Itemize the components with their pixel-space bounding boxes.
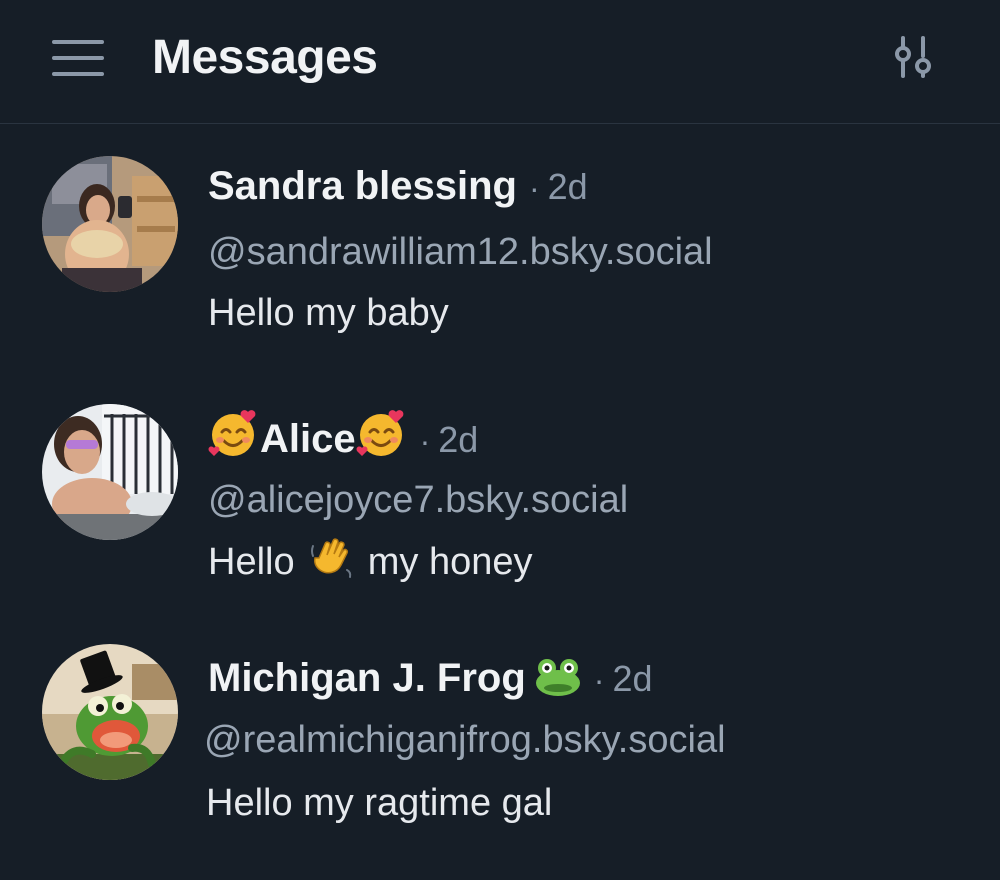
frog-face-icon <box>534 657 582 721</box>
timestamp: 2d <box>612 658 653 699</box>
conversation-name-line: Sandra blessing · 2d <box>208 158 588 214</box>
message-preview: Hello my ragtime gal <box>206 782 553 824</box>
avatar[interactable] <box>42 156 178 292</box>
message-preview-text-after: my honey <box>367 541 533 583</box>
hamburger-menu-icon <box>52 40 104 76</box>
display-name: Sandra blessing <box>208 164 517 208</box>
conversation-name-line: Michigan J. Frog · 2d <box>208 650 653 706</box>
user-handle: @realmichiganjfrog.bsky.social <box>204 719 726 761</box>
messages-screen: Messages Sandra blessing · 2d @sandrawil… <box>0 0 1000 880</box>
menu-button[interactable] <box>44 30 112 86</box>
message-preview: Hello my honey <box>208 536 532 587</box>
separator-dot: · <box>419 423 431 459</box>
smiling-face-with-hearts-icon <box>356 408 408 482</box>
smiling-face-with-hearts-icon <box>208 408 260 482</box>
settings-button[interactable] <box>880 30 948 86</box>
display-name: Michigan J. Frog <box>208 656 526 700</box>
message-preview: Hello my baby <box>208 292 449 334</box>
user-handle: @alicejoyce7.bsky.social <box>208 479 629 521</box>
settings-sliders-icon <box>895 36 931 78</box>
user-handle: @sandrawilliam12.bsky.social <box>208 231 713 273</box>
timestamp: 2d <box>547 166 588 207</box>
avatar[interactable] <box>42 404 178 540</box>
conversation-item[interactable]: Alice · 2d @alicejoyce7.bsky.social Hello <box>0 390 1000 620</box>
conversation-item[interactable]: Michigan J. Frog · 2d @realmichiganjfrog.… <box>0 632 1000 862</box>
conversation-name-line: Alice · 2d <box>208 408 478 464</box>
separator-dot: · <box>528 170 540 206</box>
message-preview-text-before: Hello <box>208 541 295 583</box>
display-name: Alice <box>260 417 356 461</box>
waving-hand-icon <box>309 536 353 580</box>
avatar[interactable] <box>42 644 178 780</box>
header-bar: Messages <box>0 0 1000 124</box>
separator-dot: · <box>593 662 605 698</box>
timestamp: 2d <box>438 419 479 460</box>
conversation-item[interactable]: Sandra blessing · 2d @sandrawilliam12.bsky… <box>0 140 1000 370</box>
page-title: Messages <box>152 31 378 84</box>
